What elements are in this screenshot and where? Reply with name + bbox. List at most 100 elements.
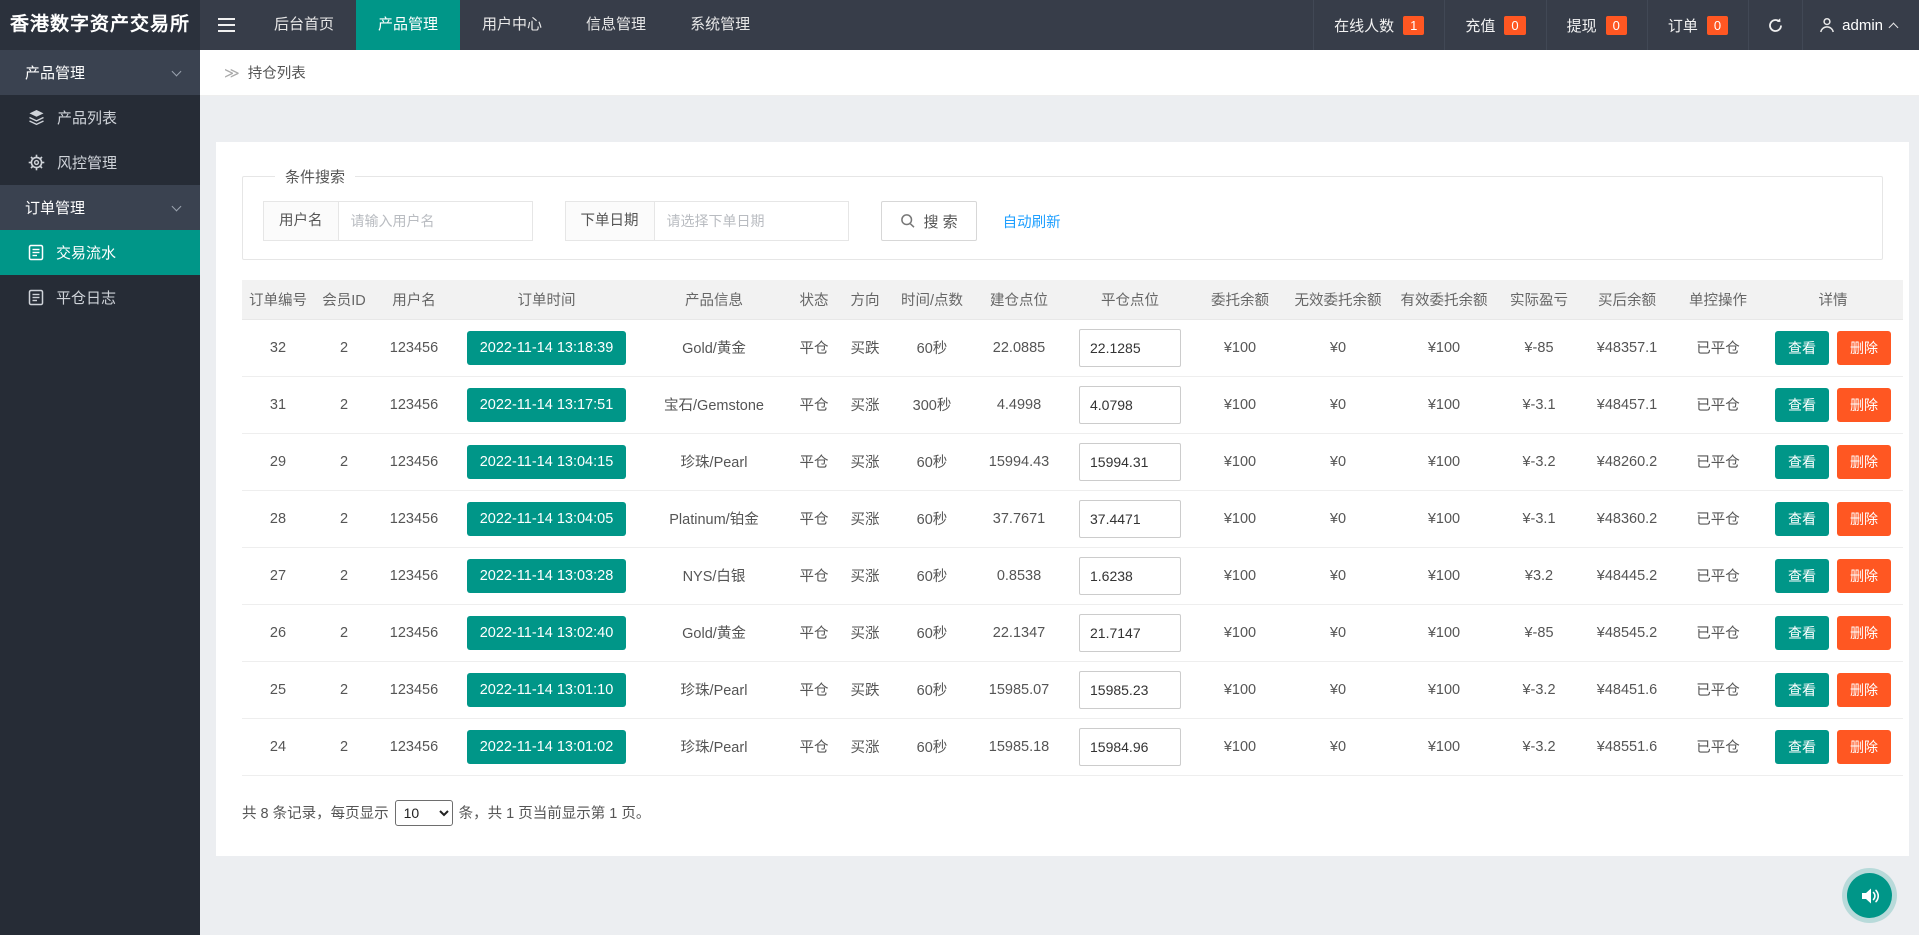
close-point-cell [1065,547,1195,604]
close-point-input[interactable] [1079,671,1181,709]
sidebar-group-orders[interactable]: 订单管理 [0,185,200,230]
sidebar-item-risk-control[interactable]: 风控管理 [0,140,200,185]
stat-online-users[interactable]: 在线人数 1 [1313,0,1444,50]
delete-button[interactable]: 删除 [1837,388,1891,422]
refresh-icon[interactable] [1748,0,1802,50]
column-header: 实际盈亏 [1497,280,1581,319]
after-balance-cell: ¥48445.2 [1581,547,1673,604]
column-header: 订单编号 [242,280,314,319]
topbar-right: 在线人数 1 充值 0 提现 0 订单 0 admin [1313,0,1919,50]
breadcrumb: ≫ 持仓列表 [200,50,1919,96]
duration-cell: 60秒 [891,433,973,490]
entrust-balance-cell: ¥100 [1195,661,1285,718]
invalid-entrust-cell: ¥0 [1285,376,1391,433]
sidebar-item-label: 平仓日志 [56,287,116,308]
delete-button[interactable]: 删除 [1837,502,1891,536]
page-size-select[interactable]: 10 [395,800,453,826]
username-cell: 123456 [374,547,454,604]
order-time-badge: 2022-11-14 13:01:02 [467,730,627,764]
position-row: 2521234562022-11-14 13:01:10珍珠/Pearl平仓买跌… [242,661,1903,718]
auto-refresh-link[interactable]: 自动刷新 [1003,211,1061,232]
chevron-up-icon [1889,22,1899,32]
entrust-balance-cell: ¥100 [1195,547,1285,604]
sidebar-item-product-list[interactable]: 产品列表 [0,95,200,140]
user-name: admin [1842,17,1883,34]
view-button[interactable]: 查看 [1775,502,1829,536]
audio-notification-button[interactable] [1847,873,1892,918]
search-button[interactable]: 搜 索 [881,201,977,241]
control-status-cell: 已平仓 [1673,376,1763,433]
nav-item-system[interactable]: 系统管理 [668,0,772,50]
menu-toggle-icon[interactable] [200,0,252,50]
sidebar-group-products[interactable]: 产品管理 [0,50,200,95]
nav-item-dashboard[interactable]: 后台首页 [252,0,356,50]
stat-label: 在线人数 [1334,15,1394,36]
sidebar-item-trade-flow[interactable]: 交易流水 [0,230,200,275]
close-point-cell [1065,718,1195,775]
close-point-input[interactable] [1079,614,1181,652]
order-time-cell: 2022-11-14 13:01:10 [454,661,639,718]
stat-orders[interactable]: 订单 0 [1647,0,1748,50]
entrust-balance-cell: ¥100 [1195,490,1285,547]
chevron-down-icon [172,201,182,211]
view-button[interactable]: 查看 [1775,445,1829,479]
nav-item-info[interactable]: 信息管理 [564,0,668,50]
order-id-cell: 25 [242,661,314,718]
view-button[interactable]: 查看 [1775,331,1829,365]
view-button[interactable]: 查看 [1775,559,1829,593]
open-point-cell: 15994.43 [973,433,1065,490]
username-cell: 123456 [374,376,454,433]
product-cell: NYS/白银 [639,547,789,604]
status-cell: 平仓 [789,661,839,718]
duration-cell: 60秒 [891,604,973,661]
sidebar-item-close-log[interactable]: 平仓日志 [0,275,200,320]
close-point-input[interactable] [1079,728,1181,766]
stat-badge: 0 [1504,16,1525,35]
order-time-badge: 2022-11-14 13:17:51 [467,388,627,422]
close-point-input[interactable] [1079,386,1181,424]
stat-label: 充值 [1465,15,1495,36]
entrust-balance-cell: ¥100 [1195,718,1285,775]
view-button[interactable]: 查看 [1775,673,1829,707]
user-menu[interactable]: admin [1802,0,1919,50]
close-point-input[interactable] [1079,500,1181,538]
sidebar-group-label: 产品管理 [25,62,85,83]
duration-cell: 60秒 [891,490,973,547]
position-row: 2421234562022-11-14 13:01:02珍珠/Pearl平仓买涨… [242,718,1903,775]
stat-label: 提现 [1567,15,1597,36]
order-time-cell: 2022-11-14 13:04:05 [454,490,639,547]
nav-item-products[interactable]: 产品管理 [356,0,460,50]
delete-button[interactable]: 删除 [1837,673,1891,707]
direction-cell: 买涨 [839,547,891,604]
entrust-balance-cell: ¥100 [1195,433,1285,490]
delete-button[interactable]: 删除 [1837,331,1891,365]
stat-withdraw[interactable]: 提现 0 [1546,0,1647,50]
column-header: 平仓点位 [1065,280,1195,319]
close-point-cell [1065,661,1195,718]
after-balance-cell: ¥48451.6 [1581,661,1673,718]
close-point-input[interactable] [1079,557,1181,595]
column-header: 有效委托余额 [1391,280,1497,319]
direction-cell: 买涨 [839,376,891,433]
username-input[interactable] [338,201,533,241]
status-cell: 平仓 [789,547,839,604]
delete-button[interactable]: 删除 [1837,616,1891,650]
order-id-cell: 26 [242,604,314,661]
stat-recharge[interactable]: 充值 0 [1444,0,1545,50]
valid-entrust-cell: ¥100 [1391,433,1497,490]
close-point-input[interactable] [1079,329,1181,367]
close-point-input[interactable] [1079,443,1181,481]
view-button[interactable]: 查看 [1775,730,1829,764]
order-date-input[interactable] [654,201,849,241]
delete-button[interactable]: 删除 [1837,559,1891,593]
nav-item-users[interactable]: 用户中心 [460,0,564,50]
top-navigation: 后台首页 产品管理 用户中心 信息管理 系统管理 [252,0,772,50]
speaker-icon [1859,885,1881,907]
view-button[interactable]: 查看 [1775,616,1829,650]
entrust-balance-cell: ¥100 [1195,376,1285,433]
view-button[interactable]: 查看 [1775,388,1829,422]
open-point-cell: 15985.07 [973,661,1065,718]
delete-button[interactable]: 删除 [1837,730,1891,764]
delete-button[interactable]: 删除 [1837,445,1891,479]
direction-cell: 买跌 [839,319,891,376]
